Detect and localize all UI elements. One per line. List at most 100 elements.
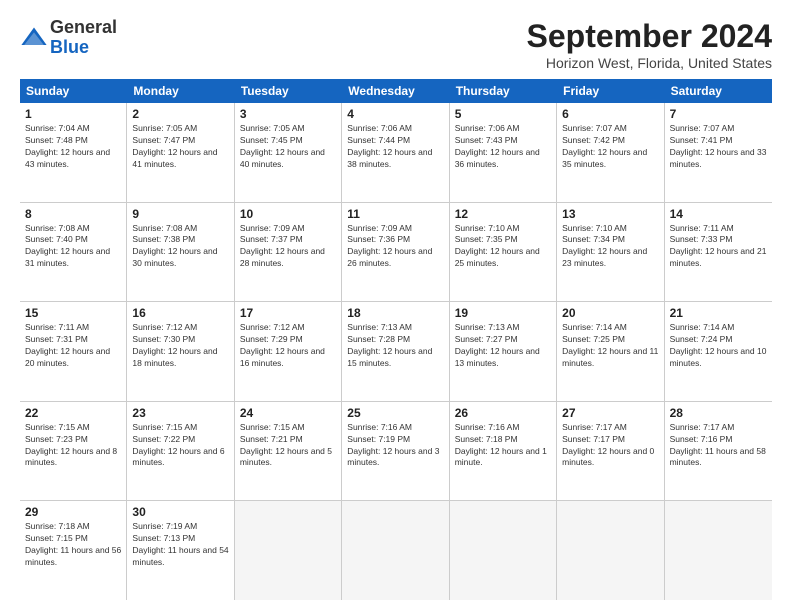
calendar-cell: 1Sunrise: 7:04 AMSunset: 7:48 PMDaylight… [20, 103, 127, 202]
logo-general: General [50, 17, 117, 37]
calendar-cell [342, 501, 449, 600]
calendar-cell: 13 Sunrise: 7:10 AMSunset: 7:34 PMDayligh… [557, 203, 664, 302]
day-info: Sunrise: 7:15 AMSunset: 7:22 PMDaylight:… [132, 422, 228, 470]
calendar-cell: 14 Sunrise: 7:11 AMSunset: 7:33 PMDayligh… [665, 203, 772, 302]
calendar-cell: 7 Sunrise: 7:07 AMSunset: 7:41 PMDaylight… [665, 103, 772, 202]
day-info: Sunrise: 7:18 AMSunset: 7:15 PMDaylight:… [25, 521, 121, 569]
day-number: 14 [670, 207, 767, 221]
calendar-cell: 28Sunrise: 7:17 AMSunset: 7:16 PMDayligh… [665, 402, 772, 501]
day-info: Sunrise: 7:09 AMSunset: 7:36 PMDaylight:… [347, 223, 443, 271]
day-info: Sunrise: 7:17 AMSunset: 7:16 PMDaylight:… [670, 422, 767, 470]
day-info: Sunrise: 7:15 AMSunset: 7:21 PMDaylight:… [240, 422, 336, 470]
calendar-row: 1Sunrise: 7:04 AMSunset: 7:48 PMDaylight… [20, 103, 772, 203]
day-info: Sunrise: 7:15 AMSunset: 7:23 PMDaylight:… [25, 422, 121, 470]
day-number: 27 [562, 406, 658, 420]
calendar-cell: 22Sunrise: 7:15 AMSunset: 7:23 PMDayligh… [20, 402, 127, 501]
calendar-cell: 17Sunrise: 7:12 AMSunset: 7:29 PMDayligh… [235, 302, 342, 401]
logo-icon [20, 24, 48, 52]
day-info: Sunrise: 7:06 AMSunset: 7:44 PMDaylight:… [347, 123, 443, 171]
day-number: 20 [562, 306, 658, 320]
calendar-cell [235, 501, 342, 600]
day-info: Sunrise: 7:12 AMSunset: 7:30 PMDaylight:… [132, 322, 228, 370]
calendar-body: 1Sunrise: 7:04 AMSunset: 7:48 PMDaylight… [20, 103, 772, 600]
day-number: 30 [132, 505, 228, 519]
day-number: 29 [25, 505, 121, 519]
day-number: 26 [455, 406, 551, 420]
day-info: Sunrise: 7:11 AMSunset: 7:33 PMDaylight:… [670, 223, 767, 271]
day-number: 13 [562, 207, 658, 221]
calendar-cell: 25Sunrise: 7:16 AMSunset: 7:19 PMDayligh… [342, 402, 449, 501]
day-info: Sunrise: 7:05 AMSunset: 7:47 PMDaylight:… [132, 123, 228, 171]
calendar-cell: 3 Sunrise: 7:05 AMSunset: 7:45 PMDaylight… [235, 103, 342, 202]
day-info: Sunrise: 7:08 AMSunset: 7:40 PMDaylight:… [25, 223, 121, 271]
day-number: 10 [240, 207, 336, 221]
day-number: 25 [347, 406, 443, 420]
day-header-sunday: Sunday [20, 79, 127, 103]
day-number: 3 [240, 107, 336, 121]
day-info: Sunrise: 7:10 AMSunset: 7:35 PMDaylight:… [455, 223, 551, 271]
calendar-cell: 12 Sunrise: 7:10 AMSunset: 7:35 PMDayligh… [450, 203, 557, 302]
calendar-cell: 30 Sunrise: 7:19 AMSunset: 7:13 PMDayligh… [127, 501, 234, 600]
day-number: 11 [347, 207, 443, 221]
day-info: Sunrise: 7:07 AMSunset: 7:42 PMDaylight:… [562, 123, 658, 171]
calendar-cell: 2 Sunrise: 7:05 AMSunset: 7:47 PMDaylight… [127, 103, 234, 202]
calendar-cell: 16 Sunrise: 7:12 AMSunset: 7:30 PMDayligh… [127, 302, 234, 401]
calendar-cell: 27Sunrise: 7:17 AMSunset: 7:17 PMDayligh… [557, 402, 664, 501]
calendar-cell: 11 Sunrise: 7:09 AMSunset: 7:36 PMDayligh… [342, 203, 449, 302]
calendar-cell: 23 Sunrise: 7:15 AMSunset: 7:22 PMDayligh… [127, 402, 234, 501]
day-number: 16 [132, 306, 228, 320]
day-number: 21 [670, 306, 767, 320]
day-number: 23 [132, 406, 228, 420]
calendar-cell: 8 Sunrise: 7:08 AMSunset: 7:40 PMDaylight… [20, 203, 127, 302]
logo: General Blue [20, 18, 117, 58]
day-number: 2 [132, 107, 228, 121]
calendar-row: 29 Sunrise: 7:18 AMSunset: 7:15 PMDayligh… [20, 501, 772, 600]
day-info: Sunrise: 7:19 AMSunset: 7:13 PMDaylight:… [132, 521, 228, 569]
calendar-cell: 15 Sunrise: 7:11 AMSunset: 7:31 PMDayligh… [20, 302, 127, 401]
day-header-friday: Friday [557, 79, 664, 103]
day-info: Sunrise: 7:13 AMSunset: 7:27 PMDaylight:… [455, 322, 551, 370]
day-header-monday: Monday [127, 79, 234, 103]
calendar-cell: 9 Sunrise: 7:08 AMSunset: 7:38 PMDaylight… [127, 203, 234, 302]
title-block: September 2024 Horizon West, Florida, Un… [527, 18, 772, 71]
day-number: 24 [240, 406, 336, 420]
day-number: 18 [347, 306, 443, 320]
day-number: 8 [25, 207, 121, 221]
calendar-cell: 20Sunrise: 7:14 AMSunset: 7:25 PMDayligh… [557, 302, 664, 401]
day-number: 9 [132, 207, 228, 221]
calendar-cell: 21 Sunrise: 7:14 AMSunset: 7:24 PMDayligh… [665, 302, 772, 401]
day-number: 12 [455, 207, 551, 221]
calendar-cell: 10 Sunrise: 7:09 AMSunset: 7:37 PMDayligh… [235, 203, 342, 302]
day-header-thursday: Thursday [450, 79, 557, 103]
day-header-wednesday: Wednesday [342, 79, 449, 103]
day-number: 5 [455, 107, 551, 121]
day-number: 4 [347, 107, 443, 121]
day-info: Sunrise: 7:16 AMSunset: 7:18 PMDaylight:… [455, 422, 551, 470]
day-info: Sunrise: 7:08 AMSunset: 7:38 PMDaylight:… [132, 223, 228, 271]
location: Horizon West, Florida, United States [527, 55, 772, 71]
day-info: Sunrise: 7:07 AMSunset: 7:41 PMDaylight:… [670, 123, 767, 171]
day-number: 15 [25, 306, 121, 320]
day-number: 17 [240, 306, 336, 320]
day-info: Sunrise: 7:09 AMSunset: 7:37 PMDaylight:… [240, 223, 336, 271]
day-header-saturday: Saturday [665, 79, 772, 103]
calendar-cell: 4 Sunrise: 7:06 AMSunset: 7:44 PMDaylight… [342, 103, 449, 202]
day-info: Sunrise: 7:14 AMSunset: 7:24 PMDaylight:… [670, 322, 767, 370]
calendar-cell: 26 Sunrise: 7:16 AMSunset: 7:18 PMDayligh… [450, 402, 557, 501]
calendar-row: 22Sunrise: 7:15 AMSunset: 7:23 PMDayligh… [20, 402, 772, 502]
day-info: Sunrise: 7:10 AMSunset: 7:34 PMDaylight:… [562, 223, 658, 271]
day-info: Sunrise: 7:11 AMSunset: 7:31 PMDaylight:… [25, 322, 121, 370]
day-number: 19 [455, 306, 551, 320]
calendar-cell: 19 Sunrise: 7:13 AMSunset: 7:27 PMDayligh… [450, 302, 557, 401]
day-info: Sunrise: 7:04 AMSunset: 7:48 PMDaylight:… [25, 123, 121, 171]
calendar-cell: 29 Sunrise: 7:18 AMSunset: 7:15 PMDayligh… [20, 501, 127, 600]
calendar-header: SundayMondayTuesdayWednesdayThursdayFrid… [20, 79, 772, 103]
calendar-cell [450, 501, 557, 600]
calendar-cell: 18Sunrise: 7:13 AMSunset: 7:28 PMDayligh… [342, 302, 449, 401]
logo-blue: Blue [50, 37, 89, 57]
calendar-cell: 5Sunrise: 7:06 AMSunset: 7:43 PMDaylight… [450, 103, 557, 202]
calendar-row: 8 Sunrise: 7:08 AMSunset: 7:40 PMDaylight… [20, 203, 772, 303]
day-number: 7 [670, 107, 767, 121]
logo-text: General Blue [50, 18, 117, 58]
day-info: Sunrise: 7:05 AMSunset: 7:45 PMDaylight:… [240, 123, 336, 171]
